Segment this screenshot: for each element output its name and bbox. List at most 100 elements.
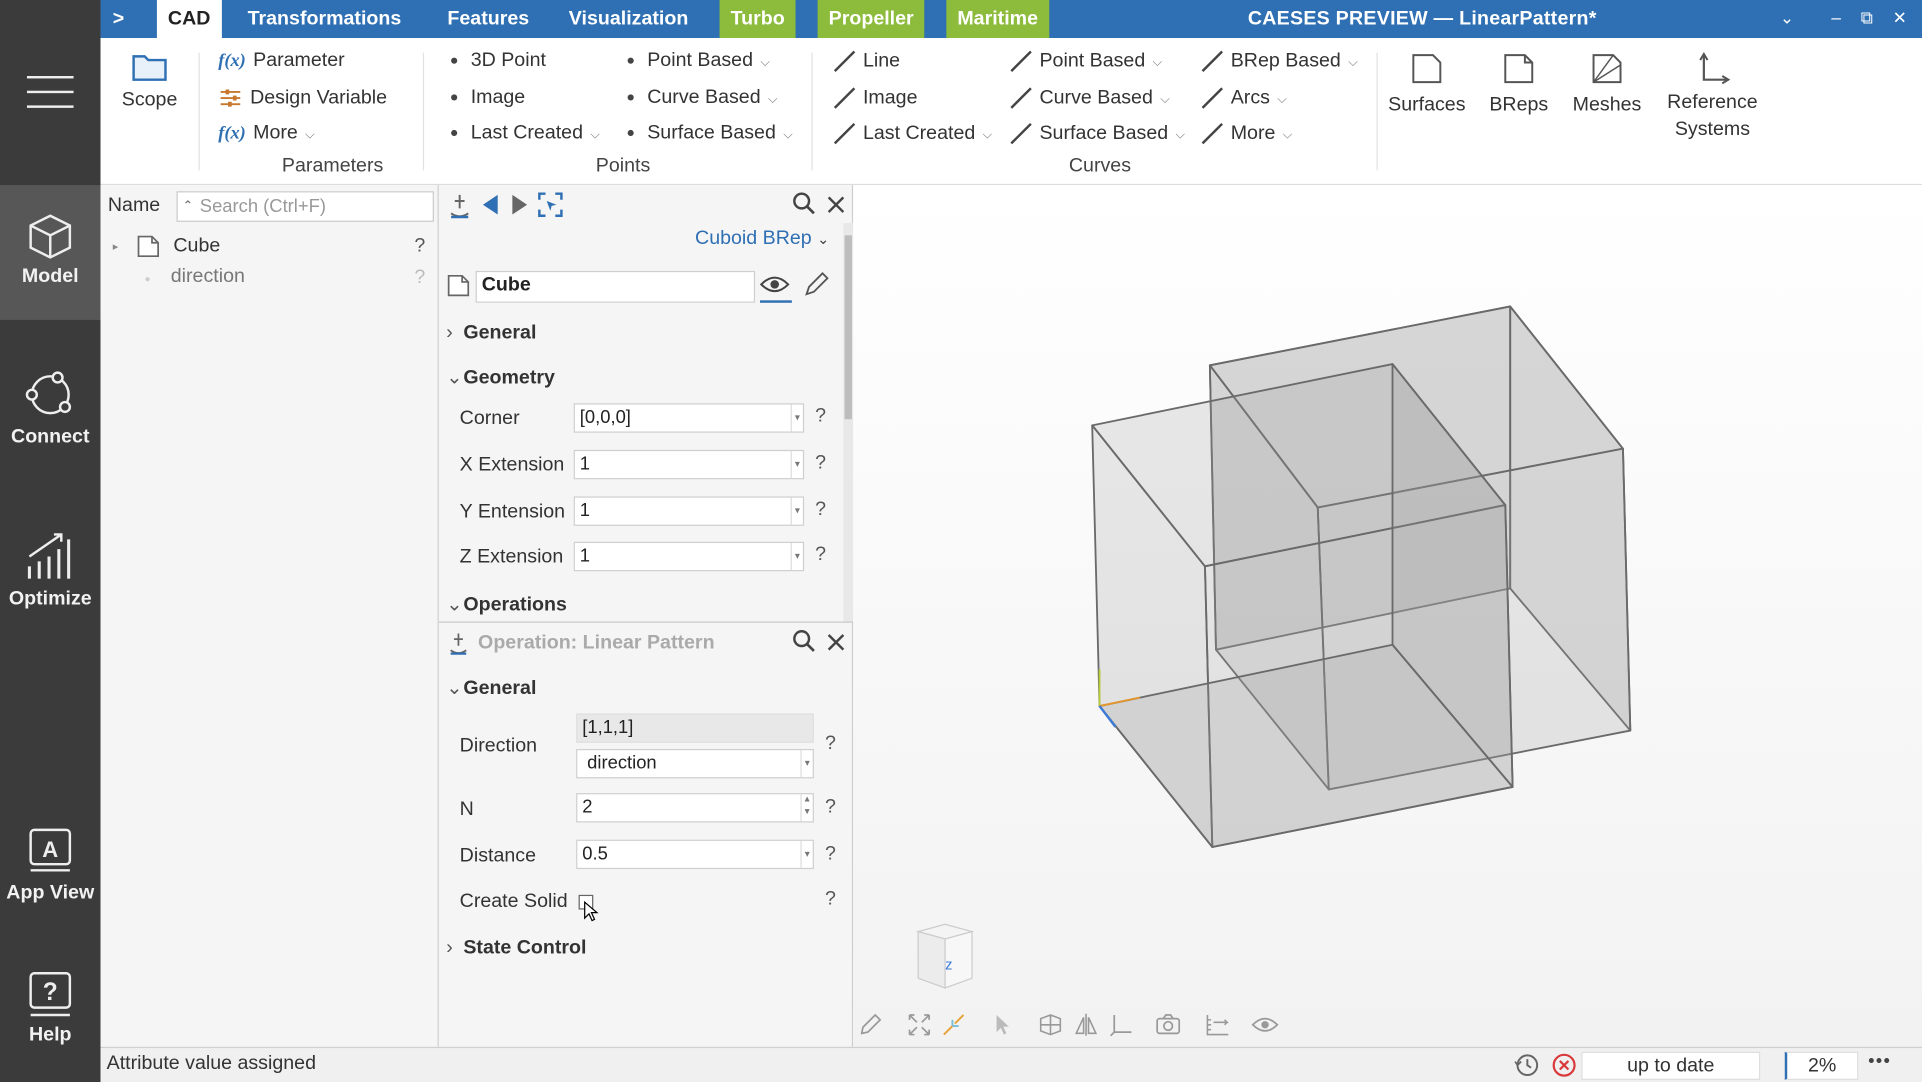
close-icon[interactable]	[826, 195, 846, 215]
pencil-icon[interactable]	[803, 271, 830, 298]
brep-based-button[interactable]: BRep Based ⌵	[1201, 50, 1357, 72]
tab-cad[interactable]: CAD	[156, 0, 222, 38]
x-extension-input[interactable]: 1 ▾	[573, 449, 805, 480]
point-last-created-button[interactable]: Last Created ⌵	[451, 123, 600, 145]
y-extension-input[interactable]: 1 ▾	[573, 496, 805, 526]
hamburger-menu-icon[interactable]	[26, 75, 74, 110]
curve-curve-based-button[interactable]: Curve Based ⌵	[1010, 87, 1170, 109]
select-in-view-icon[interactable]	[537, 191, 564, 218]
select-pointer-icon[interactable]	[990, 1013, 1015, 1038]
meshes-button[interactable]: Meshes	[1567, 50, 1648, 116]
rail-item-model[interactable]: Model	[0, 185, 101, 320]
axes-icon[interactable]	[1108, 1013, 1133, 1038]
help-icon[interactable]: ?	[414, 267, 425, 289]
rail-item-connect[interactable]: Connect	[0, 368, 101, 466]
point-image-button[interactable]: Image	[451, 87, 525, 109]
help-icon[interactable]: ?	[825, 733, 836, 755]
expand-icon[interactable]: ▸	[113, 240, 119, 252]
more-options-icon[interactable]: •••	[1868, 1051, 1891, 1072]
rail-item-optimize[interactable]: Optimize	[0, 530, 101, 628]
tree-node-cube[interactable]: ▸ Cube	[113, 234, 220, 259]
tab-turbo[interactable]: Turbo	[719, 0, 796, 38]
help-icon[interactable]: ?	[825, 797, 836, 819]
arcs-button[interactable]: Arcs ⌵	[1201, 87, 1287, 109]
z-extension-input[interactable]: 1 ▾	[573, 541, 805, 572]
curve-based-point-button[interactable]: Curve Based ⌵	[627, 87, 777, 109]
help-icon[interactable]: ?	[825, 843, 836, 865]
scrollbar-thumb[interactable]	[844, 235, 852, 420]
parameter-button[interactable]: f(x) Parameter	[218, 50, 345, 72]
tab-visualization[interactable]: Visualization	[558, 0, 700, 38]
tree-node-direction[interactable]: ● direction	[145, 266, 245, 288]
cancel-icon[interactable]	[1551, 1052, 1578, 1079]
line-button[interactable]: Line	[833, 50, 900, 72]
eye-icon[interactable]	[1251, 1013, 1279, 1038]
corner-input[interactable]: [0,0,0] ▾	[573, 403, 805, 433]
parameters-more-button[interactable]: f(x) More ⌵	[218, 123, 314, 145]
distance-input[interactable]: 0.5 ▾	[576, 839, 814, 870]
spin-arrows-icon[interactable]: ▲ ▼	[800, 794, 812, 822]
history-icon[interactable]	[1513, 1052, 1540, 1079]
3d-viewport[interactable]: z	[853, 185, 1922, 1047]
direction-reference-input[interactable]: direction ▾	[576, 748, 814, 779]
tab-features[interactable]: Features	[436, 0, 540, 38]
expand-nav-icon[interactable]: >	[113, 0, 124, 38]
surfaces-button[interactable]: Surfaces	[1385, 50, 1468, 116]
point-based-button[interactable]: Point Based ⌵	[627, 50, 770, 72]
n-spinbox[interactable]: 2 ▲ ▼	[576, 793, 814, 823]
search-icon[interactable]	[792, 191, 817, 216]
3d-scene[interactable]	[853, 185, 1922, 1047]
collapse-ribbon-icon[interactable]: ⌄	[1780, 0, 1794, 36]
rail-item-help[interactable]: ? Help	[0, 971, 101, 1057]
navigation-cube[interactable]: z	[911, 919, 980, 990]
zoom-selection-icon[interactable]	[941, 1013, 966, 1038]
pin-icon[interactable]	[446, 631, 471, 656]
help-icon[interactable]: ?	[414, 235, 425, 257]
object-name-input[interactable]: Cube	[475, 270, 756, 303]
search-icon[interactable]	[792, 629, 817, 654]
visibility-toggle[interactable]	[759, 268, 792, 303]
rail-item-app-view[interactable]: A App View	[0, 824, 101, 922]
forward-arrow-icon[interactable]	[510, 194, 530, 216]
help-icon[interactable]: ?	[825, 889, 836, 911]
tree-search-input[interactable]: ⌃ Search (Ctrl+F)	[176, 191, 434, 222]
dropdown-icon[interactable]: ▾	[800, 840, 812, 868]
tab-maritime[interactable]: Maritime	[946, 0, 1050, 38]
pencil-icon[interactable]	[858, 1013, 883, 1038]
dropdown-icon[interactable]: ▾	[790, 543, 803, 570]
camera-icon[interactable]	[1155, 1013, 1182, 1038]
fit-view-icon[interactable]	[907, 1013, 932, 1038]
restore-button[interactable]: ⧉	[1861, 0, 1873, 36]
minimize-button[interactable]: –	[1831, 0, 1841, 36]
mirror-icon[interactable]	[1074, 1013, 1099, 1038]
caret-up-icon[interactable]: ⌃	[183, 192, 193, 220]
3d-point-button[interactable]: 3D Point	[451, 50, 546, 72]
dropdown-icon[interactable]: ▾	[790, 404, 803, 432]
section-general[interactable]: › General	[446, 322, 536, 344]
dropdown-icon[interactable]: ▾	[790, 451, 803, 479]
operation-section-general[interactable]: ⌄General	[446, 675, 536, 700]
help-icon[interactable]: ?	[815, 499, 826, 521]
curve-image-button[interactable]: Image	[833, 87, 917, 109]
curves-more-button[interactable]: More ⌵	[1201, 123, 1292, 145]
pin-icon[interactable]	[446, 192, 473, 219]
curve-point-based-button[interactable]: Point Based ⌵	[1010, 50, 1162, 72]
curve-surface-based-button[interactable]: Surface Based ⌵	[1010, 123, 1185, 145]
grid-view-icon[interactable]	[1038, 1013, 1063, 1038]
section-state-control[interactable]: › State Control	[446, 938, 586, 960]
back-arrow-icon[interactable]	[481, 194, 501, 216]
help-icon[interactable]: ?	[815, 544, 826, 566]
properties-scrollbar[interactable]	[843, 223, 854, 622]
curve-last-created-button[interactable]: Last Created ⌵	[833, 123, 992, 145]
surface-based-point-button[interactable]: Surface Based ⌵	[627, 123, 793, 145]
type-selector[interactable]: Cuboid BRep ⌄	[695, 228, 829, 250]
close-icon[interactable]	[826, 633, 846, 653]
breps-button[interactable]: BReps	[1481, 50, 1557, 116]
scope-button[interactable]: Scope	[120, 50, 179, 111]
tab-propeller[interactable]: Propeller	[817, 0, 925, 38]
close-button[interactable]: ✕	[1893, 0, 1907, 36]
tab-transformations[interactable]: Transformations	[237, 0, 413, 38]
design-variable-button[interactable]: Design Variable	[218, 87, 387, 109]
reference-systems-button[interactable]: Reference Systems	[1660, 50, 1765, 143]
dropdown-icon[interactable]: ▾	[800, 750, 812, 778]
